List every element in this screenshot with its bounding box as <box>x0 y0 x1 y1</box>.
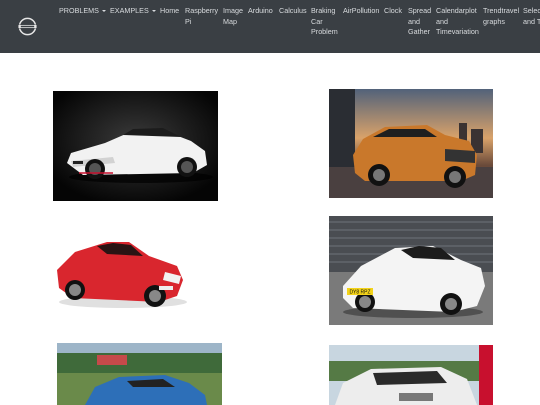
nav-spread-and-gather[interactable]: Spread and Gather <box>408 6 432 38</box>
license-plate: DY8 RPZ <box>349 290 370 296</box>
nav-airpollution[interactable]: AirPollution <box>343 6 383 17</box>
car-gtr-white-photo[interactable] <box>53 91 218 201</box>
nav-home[interactable]: Home <box>160 6 180 17</box>
nav-calendarplot[interactable]: Calendarplot and Timevariation <box>436 6 480 38</box>
nav-examples-dropdown[interactable]: EXAMPLES <box>110 6 156 17</box>
nav-selection-and-timing[interactable]: Selection and Timing <box>523 6 540 27</box>
car-370z-red-photo[interactable] <box>47 232 192 312</box>
car-navara-white-photo[interactable] <box>329 345 493 405</box>
nav-clock[interactable]: Clock <box>384 6 404 17</box>
nav-problems-label: PROBLEMS <box>59 6 99 15</box>
nav-image-map[interactable]: Image Map <box>223 6 245 27</box>
car-qashqai-blue-photo[interactable] <box>57 343 222 405</box>
nav-raspberry-pi[interactable]: Raspberry Pi <box>185 6 219 27</box>
nav-calculus[interactable]: Calculus <box>279 6 307 17</box>
car-370z-white-photo[interactable]: DY8 RPZ <box>329 216 493 325</box>
nav-problems-dropdown[interactable]: PROBLEMS <box>59 6 106 17</box>
caret-down-icon <box>101 10 106 13</box>
navbar: PROBLEMS EXAMPLES Home Raspberry Pi Imag… <box>0 0 540 53</box>
caret-down-icon <box>151 10 156 13</box>
nav-braking-car-problem[interactable]: Braking Car Problem <box>311 6 339 38</box>
nissan-logo-icon[interactable] <box>17 16 38 37</box>
car-xtrail-orange-photo[interactable] <box>329 89 493 198</box>
nav-arduino[interactable]: Arduino <box>248 6 276 17</box>
nav-trendtravel-graphs[interactable]: Trendtravel graphs <box>483 6 519 27</box>
nav-examples-label: EXAMPLES <box>110 6 149 15</box>
